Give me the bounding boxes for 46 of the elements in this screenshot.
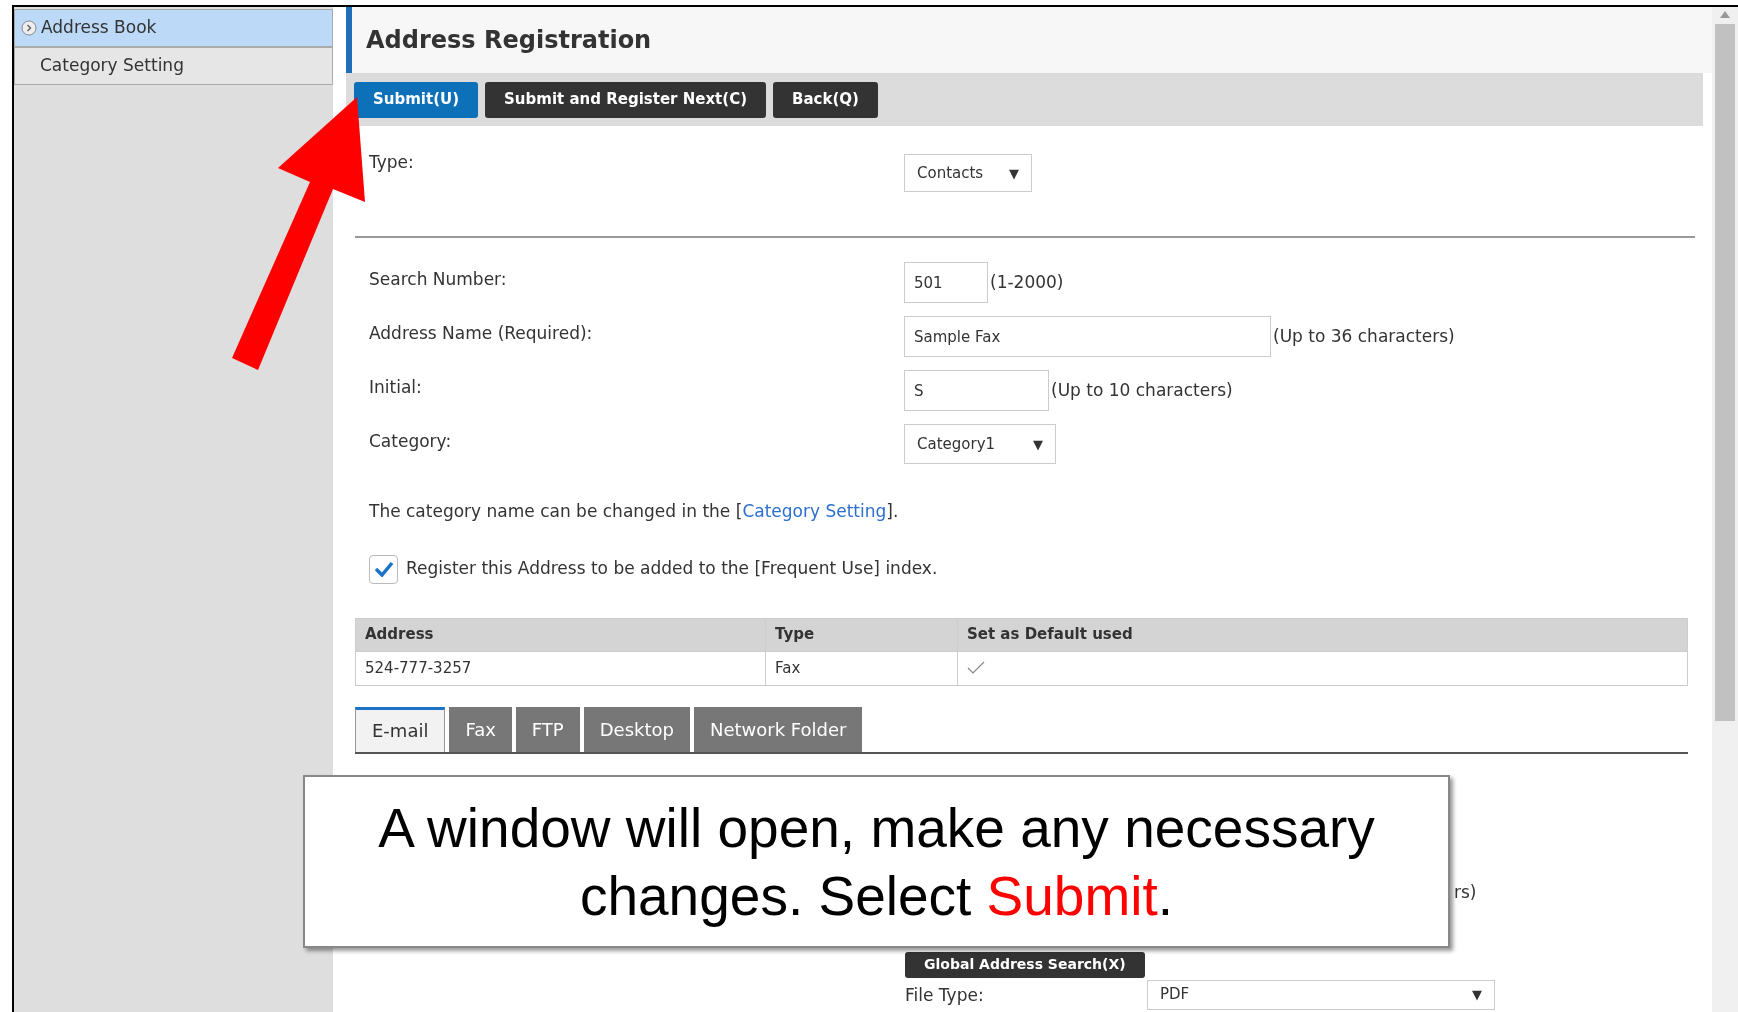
field-hint: (Up to 36 characters) [1272,325,1455,348]
field-label: Search Number: [369,269,507,289]
dropdown-arrow-icon: ▼ [1033,437,1043,451]
category-setting-link[interactable]: Category Setting [742,501,887,521]
scrollbar-thumb[interactable] [1715,24,1735,721]
global-address-search-button[interactable]: Global Address Search(X) [905,951,1145,978]
category-note: The category name can be changed in the [Category Setting]. [369,500,900,523]
input-field[interactable]: S [904,370,1049,411]
checkbox-label: Register this Address to be added to the [Frequent Use] index. [406,557,938,581]
dropdown-arrow-icon: ▼ [1472,988,1482,1001]
checkbox[interactable] [369,554,398,584]
table-cell: Fax [765,651,958,685]
table-cell: 524-777-3257 [355,651,766,685]
field-label: Type: [369,152,414,172]
sidebar-item[interactable]: Address Book [14,9,333,47]
file-type-select[interactable]: PDF ▼ [1147,979,1495,1010]
field-label: Category: [369,431,452,451]
column-header: Address [355,618,766,651]
column-header: Type [765,618,958,651]
dropdown-arrow-icon: ▼ [1009,166,1019,180]
sidebar-item[interactable]: Category Setting [14,47,333,85]
input-field[interactable]: Sample Fax [904,316,1271,357]
scrollbar[interactable] [1712,7,1738,1012]
toolbar-button[interactable]: Submit and Register Next(C) [485,81,766,118]
field-hint: rs) [1454,881,1477,902]
column-header: Set as Default used [957,618,1688,651]
field-label: Address Name (Required): [369,323,593,343]
field-hint: (1-2000) [989,271,1064,294]
callout-text: A window will open, make any necessary changes. Select Submit. [377,795,1376,929]
page-title: Address Registration [366,25,652,56]
type-select[interactable]: Contacts ▼ [904,154,1032,192]
field-label: Initial: [369,377,422,397]
tab[interactable]: E-mail [355,706,446,752]
toolbar-button[interactable]: Back(Q) [773,81,878,118]
tab[interactable]: Network Folder [693,706,863,752]
field-hint: (Up to 10 characters) [1050,379,1233,402]
tab[interactable]: Desktop [583,706,690,752]
input-field[interactable]: 501 [904,262,988,303]
category-select[interactable]: Category1 ▼ [904,424,1056,464]
toolbar-button[interactable]: Submit(U) [354,81,479,118]
scroll-up-icon[interactable] [1720,11,1730,18]
tab[interactable]: Fax [449,706,512,752]
chevron-circle-icon [21,20,37,36]
tab[interactable]: FTP [515,706,580,752]
checkmark-icon [373,561,394,577]
field-label: File Type: [905,984,984,1005]
